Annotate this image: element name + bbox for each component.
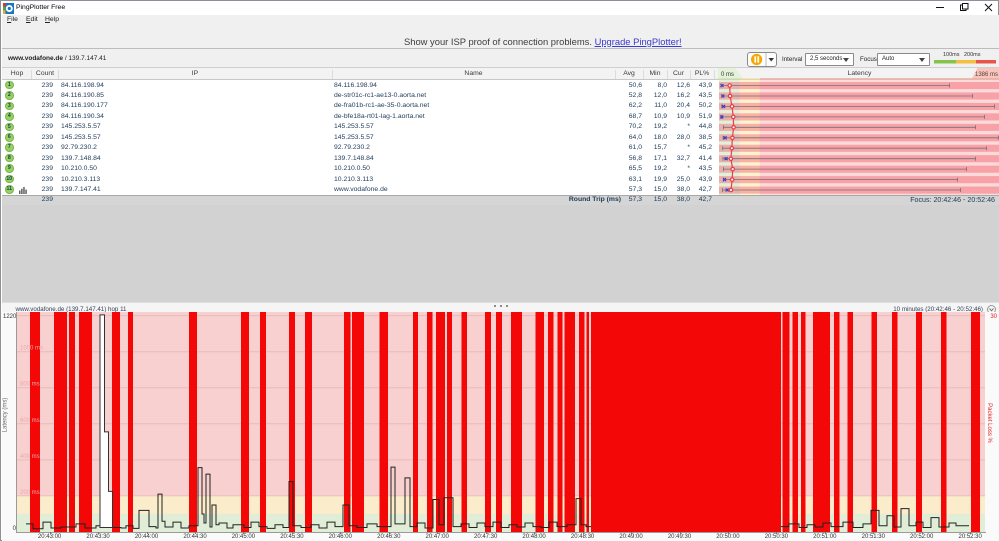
svg-text:1386 ms: 1386 ms bbox=[975, 72, 998, 78]
svg-text:600 ms: 600 ms bbox=[20, 418, 40, 424]
svg-text:1000 ms: 1000 ms bbox=[20, 346, 43, 352]
svg-text:200 ms: 200 ms bbox=[20, 490, 40, 496]
svg-text:800 ms: 800 ms bbox=[20, 382, 40, 388]
svg-text:400 ms: 400 ms bbox=[20, 454, 40, 460]
svg-text:0 ms: 0 ms bbox=[721, 72, 734, 78]
